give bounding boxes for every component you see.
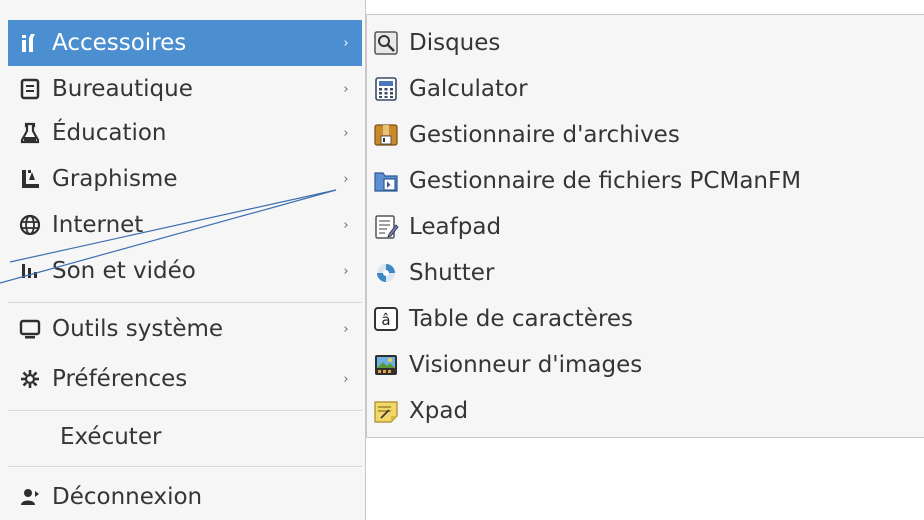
main-menu: Accessoires › Bureautique › Éducation › …	[0, 0, 366, 520]
menu-separator	[8, 466, 362, 467]
accessories-icon	[18, 31, 42, 55]
menu-item-label: Bureautique	[52, 76, 193, 102]
menu-item-graphisme[interactable]: Graphisme ›	[8, 156, 362, 202]
graphics-icon	[18, 167, 42, 191]
menu-item-preferences[interactable]: Préférences ›	[8, 356, 362, 402]
submenu-item-xpad[interactable]: Xpad	[373, 388, 921, 434]
screenshot-icon	[373, 260, 399, 286]
submenu-item-visionneur-images[interactable]: Visionneur d'images	[373, 342, 921, 388]
chevron-right-icon: ›	[343, 81, 349, 97]
menu-item-bureautique[interactable]: Bureautique ›	[8, 66, 362, 112]
logout-icon	[18, 485, 42, 509]
system-tools-icon	[18, 317, 42, 341]
menu-item-son-et-video[interactable]: Son et vidéo ›	[8, 248, 362, 294]
chevron-right-icon: ›	[343, 125, 349, 141]
menu-separator	[8, 302, 362, 303]
menu-item-label: Son et vidéo	[52, 258, 196, 284]
menu-item-label: Préférences	[52, 366, 188, 392]
submenu-item-label: Xpad	[409, 398, 469, 424]
chevron-right-icon: ›	[343, 35, 349, 51]
chevron-right-icon: ›	[343, 321, 349, 337]
submenu-item-table-caracteres[interactable]: â Table de caractères	[373, 296, 921, 342]
file-manager-icon	[373, 168, 399, 194]
menu-item-internet[interactable]: Internet ›	[8, 202, 362, 248]
menu-separator	[8, 410, 362, 411]
submenu-item-disques[interactable]: Disques	[373, 20, 921, 66]
submenu-item-pcmanfm[interactable]: Gestionnaire de fichiers PCManFM	[373, 158, 921, 204]
accessoires-submenu: Disques Galculator Gestionnaire d'archiv…	[366, 14, 924, 438]
multimedia-icon	[18, 259, 42, 283]
calculator-icon	[373, 76, 399, 102]
submenu-item-label: Leafpad	[409, 214, 502, 240]
chevron-right-icon: ›	[343, 217, 349, 233]
archive-manager-icon	[373, 122, 399, 148]
submenu-item-shutter[interactable]: Shutter	[373, 250, 921, 296]
submenu-item-label: Galculator	[409, 76, 528, 102]
menu-item-label: Outils système	[52, 316, 224, 342]
disks-icon	[373, 30, 399, 56]
submenu-item-galculator[interactable]: Galculator	[373, 66, 921, 112]
menu-item-outils-systeme[interactable]: Outils système ›	[8, 306, 362, 352]
internet-icon	[18, 213, 42, 237]
submenu-item-leafpad[interactable]: Leafpad	[373, 204, 921, 250]
chevron-right-icon: ›	[343, 371, 349, 387]
menu-item-deconnexion[interactable]: Déconnexion	[8, 474, 362, 520]
menu-item-label: Déconnexion	[52, 484, 203, 510]
menu-item-label: Éducation	[52, 120, 167, 146]
submenu-item-label: Table de caractères	[409, 306, 634, 332]
character-map-icon: â	[373, 306, 399, 332]
gear-icon	[18, 367, 42, 391]
menu-item-label: Accessoires	[52, 30, 187, 56]
menu-item-executer[interactable]: Exécuter	[8, 414, 362, 460]
education-icon	[18, 121, 42, 145]
text-editor-icon	[373, 214, 399, 240]
submenu-item-label: Gestionnaire d'archives	[409, 122, 680, 148]
menu-item-label: Internet	[52, 212, 144, 238]
submenu-item-label: Gestionnaire de fichiers PCManFM	[409, 168, 802, 194]
submenu-item-label: Shutter	[409, 260, 495, 286]
svg-text:â: â	[381, 311, 390, 329]
screen: Accessoires › Bureautique › Éducation › …	[0, 0, 924, 520]
notes-icon	[373, 398, 399, 424]
office-icon	[18, 77, 42, 101]
menu-item-education[interactable]: Éducation ›	[8, 110, 362, 156]
image-viewer-icon	[373, 352, 399, 378]
menu-item-label: Exécuter	[60, 424, 162, 450]
chevron-right-icon: ›	[343, 263, 349, 279]
submenu-item-label: Disques	[409, 30, 501, 56]
submenu-item-label: Visionneur d'images	[409, 352, 643, 378]
menu-item-label: Graphisme	[52, 166, 178, 192]
menu-item-accessoires[interactable]: Accessoires ›	[8, 20, 362, 66]
chevron-right-icon: ›	[343, 171, 349, 187]
submenu-item-gestionnaire-archives[interactable]: Gestionnaire d'archives	[373, 112, 921, 158]
